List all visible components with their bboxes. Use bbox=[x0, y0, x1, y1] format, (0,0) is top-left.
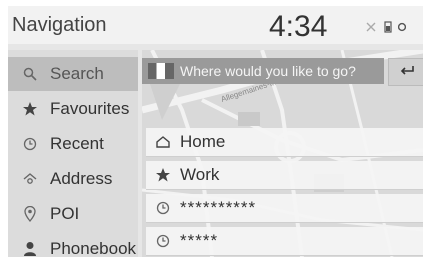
clock: 4:34 bbox=[269, 10, 328, 43]
sidebar-item-favourites[interactable]: Favourites bbox=[8, 92, 138, 126]
page-title: Navigation bbox=[12, 14, 107, 36]
sidebar-item-search[interactable]: Search bbox=[8, 57, 138, 91]
quick-item-recent-2[interactable]: ***** bbox=[146, 227, 423, 256]
star-icon bbox=[16, 101, 44, 117]
phone-battery-icon bbox=[384, 20, 392, 38]
quick-item-recent-1[interactable]: ********** bbox=[146, 194, 423, 223]
sidebar-item-label: Address bbox=[50, 169, 113, 188]
quick-item-label: ********** bbox=[180, 198, 257, 217]
sidebar-item-label: Recent bbox=[50, 134, 104, 153]
clock-icon bbox=[16, 137, 44, 151]
search-input[interactable]: Where would you like to go? bbox=[142, 58, 384, 84]
clock-icon bbox=[150, 201, 176, 215]
quick-item-label: Home bbox=[180, 132, 226, 151]
sidebar-menu: Search Favourites Recent Address POI Pho… bbox=[8, 50, 138, 257]
quick-item-home[interactable]: Home bbox=[146, 128, 423, 157]
sidebar-item-address[interactable]: Address bbox=[8, 162, 138, 196]
sidebar-item-label: Search bbox=[50, 64, 104, 83]
sidebar-item-label: Phonebook bbox=[50, 239, 137, 257]
quick-item-label: Work bbox=[180, 165, 220, 184]
bluetooth-off-icon bbox=[364, 20, 378, 38]
sidebar-item-label: Favourites bbox=[50, 99, 130, 118]
quick-item-label: ***** bbox=[180, 231, 219, 250]
header-bar: Navigation 4:34 bbox=[8, 6, 423, 44]
address-icon bbox=[16, 172, 44, 186]
back-arrow-icon bbox=[399, 63, 415, 82]
location-pin-icon bbox=[16, 206, 44, 222]
quick-item-work[interactable]: Work bbox=[146, 161, 423, 190]
navigation-screen: Navigation 4:34 Search Favourites Recent… bbox=[8, 6, 423, 257]
back-button[interactable] bbox=[388, 58, 423, 86]
star-icon bbox=[150, 167, 176, 183]
search-placeholder: Where would you like to go? bbox=[180, 63, 356, 79]
person-icon bbox=[16, 241, 44, 257]
flag-icon bbox=[148, 63, 174, 79]
home-icon bbox=[150, 135, 176, 149]
sidebar-item-recent[interactable]: Recent bbox=[8, 127, 138, 161]
sidebar-item-label: POI bbox=[50, 204, 80, 223]
status-icons bbox=[364, 20, 407, 38]
sidebar-item-phonebook[interactable]: Phonebook bbox=[8, 232, 138, 257]
search-icon bbox=[16, 67, 44, 81]
clock-icon bbox=[150, 234, 176, 248]
signal-icon bbox=[397, 20, 407, 38]
sidebar-item-poi[interactable]: POI bbox=[8, 197, 138, 231]
